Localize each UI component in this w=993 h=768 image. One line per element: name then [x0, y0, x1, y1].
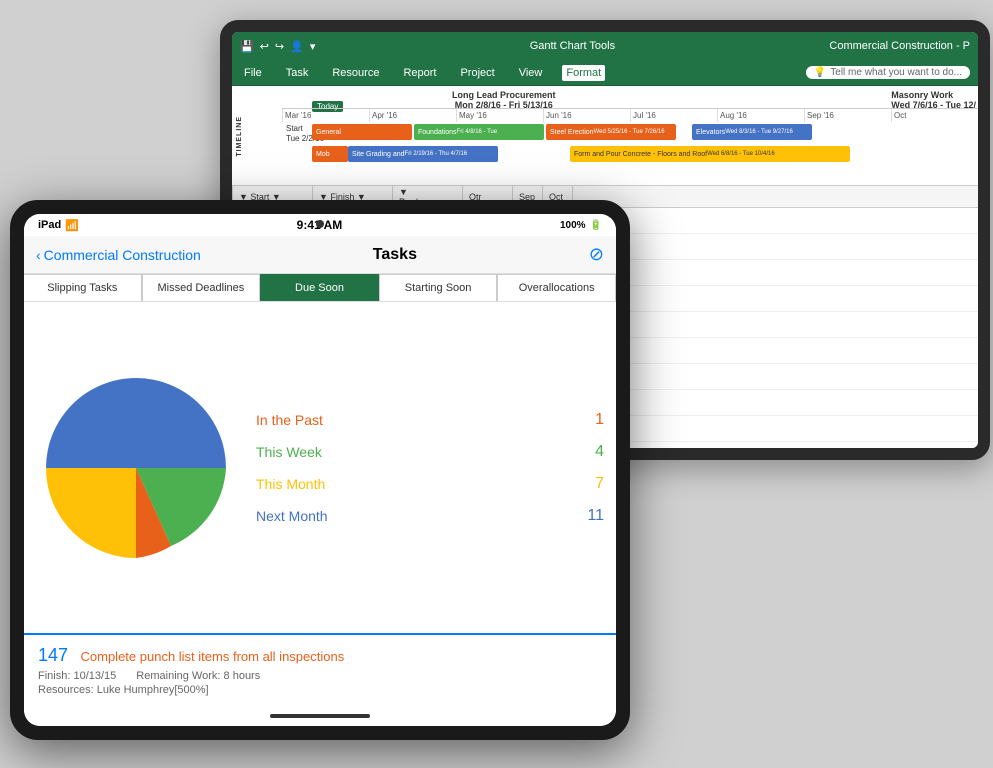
timeline-months: Mar '16 Apr '16 May '16 Jun '16 Jul '16 … [282, 108, 978, 122]
menu-task[interactable]: Task [282, 65, 313, 81]
task-title: Complete punch list items from all inspe… [81, 649, 345, 664]
back-button[interactable]: ‹ Commercial Construction [36, 247, 201, 263]
undo-icon: ↩ [260, 40, 269, 53]
ipad-tabs: Slipping Tasks Missed Deadlines Due Soon… [24, 274, 616, 302]
menu-report[interactable]: Report [399, 65, 440, 81]
save-icon: 💾 [240, 40, 254, 53]
menu-resource[interactable]: Resource [328, 65, 383, 81]
camera-dot [316, 220, 324, 228]
menu-format[interactable]: Format [562, 65, 605, 81]
ribbon-menu: File Task Resource Report Project View F… [232, 60, 978, 86]
month-apr: Apr '16 [369, 109, 456, 122]
status-left: iPad 📶 [38, 219, 79, 232]
tab-overallocations[interactable]: Overallocations [497, 274, 616, 301]
month-sep: Sep '16 [804, 109, 891, 122]
bar-mob: Mob [312, 146, 348, 162]
ipad-home-area [24, 706, 616, 726]
chart-area: In the Past 1 This Week 4 This Month 7 N… [24, 302, 616, 633]
battery-icon: 🔋 [590, 220, 602, 231]
gantt-tools-label: Gantt Chart Tools [321, 40, 823, 52]
menu-view[interactable]: View [515, 65, 547, 81]
ipad-navbar: ‹ Commercial Construction Tasks ⊘ [24, 236, 616, 274]
bar-form-pour: Form and Pour Concrete - Floors and Roof… [570, 146, 850, 162]
finish-label: Finish: 10/13/15 [38, 670, 116, 682]
legend-this-month: This Month 7 [256, 475, 604, 493]
ribbon-top-bar: 💾 ↩ ↪ 👤 ▾ Gantt Chart Tools Commercial C… [232, 32, 978, 60]
legend-in-the-past: In the Past 1 [256, 411, 604, 429]
user-icon: 👤 [290, 40, 304, 53]
legend-next-month: Next Month 11 [256, 507, 604, 525]
project-title: Commercial Construction - P [829, 40, 970, 52]
status-right: 100% 🔋 [560, 220, 602, 231]
redo-icon: ↪ [275, 40, 284, 53]
search-icon: 💡 [814, 67, 826, 78]
pie-chart [36, 368, 236, 568]
battery-label: 100% [560, 220, 586, 231]
search-placeholder: Tell me what you want to do... [830, 67, 962, 78]
month-jun: Jun '16 [543, 109, 630, 122]
ipad-label: iPad [38, 219, 61, 231]
bar-foundations: FoundationsFri 4/8/16 - Tue [414, 124, 544, 140]
timeline-label: TIMELINE [236, 116, 243, 157]
tab-starting-soon[interactable]: Starting Soon [379, 274, 498, 301]
dropdown-icon: ▾ [310, 40, 316, 53]
task-number: 147 [38, 645, 68, 666]
filter-icon[interactable]: ⊘ [589, 244, 604, 265]
bar-site-grading: Site Grading andFri 2/19/16 - Thu 4/7/16 [348, 146, 498, 162]
month-mar: Mar '16 [282, 109, 369, 122]
long-lead-label: Long Lead Procurement Mon 2/8/16 - Fri 5… [452, 90, 556, 110]
tab-missed-deadlines[interactable]: Missed Deadlines [142, 274, 261, 301]
menu-file[interactable]: File [240, 65, 266, 81]
timeline-strip: TIMELINE Long Lead Procurement Mon 2/8/1… [232, 86, 978, 186]
ipad-screen: iPad 📶 9:41 AM 100% 🔋 ‹ Commercial Const… [24, 214, 616, 726]
home-bar[interactable] [270, 714, 370, 718]
masonry-label: Masonry Work Wed 7/6/16 - Tue 12/ [891, 90, 976, 110]
month-jul: Jul '16 [630, 109, 717, 122]
fg-ipad: iPad 📶 9:41 AM 100% 🔋 ‹ Commercial Const… [10, 200, 630, 740]
month-aug: Aug '16 [717, 109, 804, 122]
ribbon-search[interactable]: 💡 Tell me what you want to do... [806, 66, 970, 79]
tab-due-soon[interactable]: Due Soon [260, 274, 379, 301]
back-label: Commercial Construction [44, 247, 201, 263]
navbar-title: Tasks [201, 246, 589, 264]
chart-legend: In the Past 1 This Week 4 This Month 7 N… [256, 411, 604, 525]
wifi-icon: 📶 [65, 219, 79, 232]
tab-slipping-tasks[interactable]: Slipping Tasks [24, 274, 142, 301]
month-may: May '16 [456, 109, 543, 122]
task-resources: Resources: Luke Humphrey[500%] [38, 684, 602, 696]
menu-project[interactable]: Project [456, 65, 498, 81]
month-oct: Oct [891, 109, 978, 122]
remaining-work: Remaining Work: 8 hours [136, 670, 260, 682]
chevron-left-icon: ‹ [36, 247, 41, 263]
bar-general: General [312, 124, 412, 140]
task-meta: Finish: 10/13/15 Remaining Work: 8 hours [38, 670, 602, 682]
bar-elevators: ElevatorsWed 8/3/16 - Tue 9/27/16 [692, 124, 812, 140]
task-detail: 147 Complete punch list items from all i… [24, 633, 616, 706]
bar-steel: Steel ErectionWed 5/25/16 - Tue 7/26/16 [546, 124, 676, 140]
legend-this-week: This Week 4 [256, 443, 604, 461]
